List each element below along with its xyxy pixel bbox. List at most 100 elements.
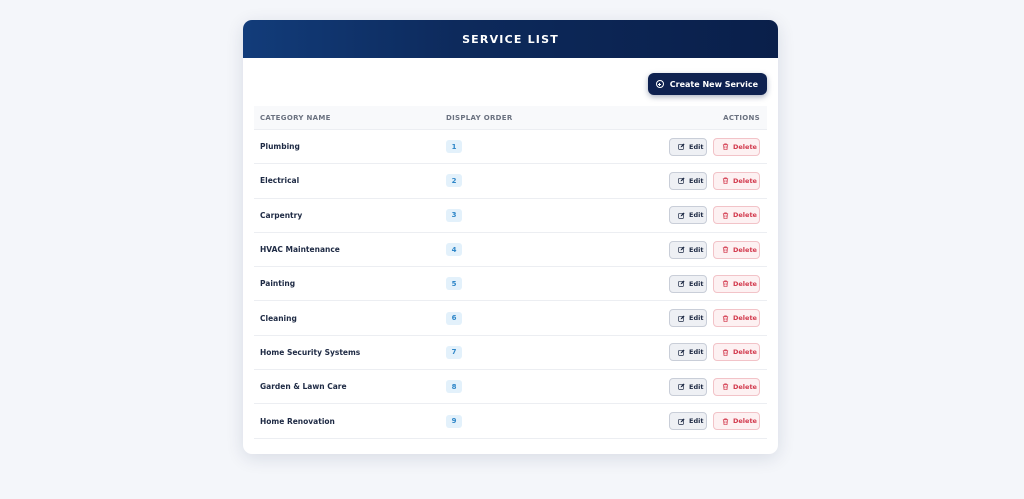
edit-button[interactable]: Edit bbox=[669, 171, 707, 190]
delete-label: Delete bbox=[733, 176, 757, 185]
category-name: Cleaning bbox=[260, 313, 297, 323]
category-name: Painting bbox=[260, 279, 296, 289]
display-order-badge: 7 bbox=[446, 345, 462, 359]
row-actions: Edit Delete bbox=[669, 206, 760, 225]
create-new-service-label: Create New Service bbox=[669, 79, 758, 89]
delete-label: Delete bbox=[733, 211, 757, 220]
delete-label: Delete bbox=[733, 314, 757, 323]
delete-button[interactable]: Delete bbox=[713, 377, 760, 396]
table-row: Garden & Lawn Care 8 Edit Delete bbox=[254, 370, 767, 405]
pencil-square-icon bbox=[678, 246, 685, 253]
category-name: HVAC Maintenance bbox=[260, 245, 340, 255]
category-name: Carpentry bbox=[260, 210, 303, 220]
display-order-badge: 2 bbox=[446, 174, 462, 188]
edit-label: Edit bbox=[689, 382, 704, 391]
row-actions: Edit Delete bbox=[669, 274, 760, 293]
trash-icon bbox=[722, 212, 729, 219]
pencil-square-icon bbox=[678, 417, 685, 425]
column-header-category-name: CATEGORY NAME bbox=[260, 113, 331, 122]
edit-label: Edit bbox=[689, 211, 704, 220]
trash-icon bbox=[722, 315, 729, 322]
pencil-square-icon bbox=[678, 280, 685, 288]
edit-label: Edit bbox=[689, 348, 704, 357]
delete-label: Delete bbox=[733, 245, 757, 254]
pencil-square-icon bbox=[678, 212, 685, 219]
column-header-actions: ACTIONS bbox=[723, 113, 760, 122]
delete-button[interactable]: Delete bbox=[713, 240, 760, 259]
delete-label: Delete bbox=[733, 142, 757, 151]
edit-label: Edit bbox=[689, 417, 704, 426]
service-list-card: SERVICE LIST Create New Service CATEGORY… bbox=[243, 20, 778, 454]
edit-label: Edit bbox=[689, 176, 704, 185]
pencil-square-icon bbox=[678, 315, 685, 322]
delete-button[interactable]: Delete bbox=[713, 274, 760, 293]
delete-button[interactable]: Delete bbox=[713, 412, 760, 431]
row-actions: Edit Delete bbox=[669, 309, 760, 328]
edit-button[interactable]: Edit bbox=[669, 412, 707, 431]
pencil-square-icon bbox=[678, 349, 685, 356]
card-header: SERVICE LIST bbox=[243, 20, 778, 58]
delete-button[interactable]: Delete bbox=[713, 309, 760, 328]
table-row: Painting 5 Edit Delete bbox=[254, 267, 767, 302]
table-row: Cleaning 6 Edit Delete bbox=[254, 301, 767, 336]
display-order-badge: 3 bbox=[446, 208, 462, 222]
display-order-badge: 8 bbox=[446, 380, 462, 394]
table-row: Home Security Systems 7 Edit Delete bbox=[254, 336, 767, 371]
category-name: Home Security Systems bbox=[260, 347, 361, 357]
edit-label: Edit bbox=[689, 142, 704, 151]
row-actions: Edit Delete bbox=[669, 412, 760, 431]
pencil-square-icon bbox=[678, 143, 685, 150]
display-order-badge: 6 bbox=[446, 311, 462, 325]
pencil-square-icon bbox=[678, 383, 685, 390]
delete-button[interactable]: Delete bbox=[713, 137, 760, 156]
trash-icon bbox=[722, 418, 729, 425]
category-name: Plumbing bbox=[260, 142, 300, 152]
table-row: HVAC Maintenance 4 Edit Delete bbox=[254, 233, 767, 268]
delete-button[interactable]: Delete bbox=[713, 343, 760, 362]
page-title: SERVICE LIST bbox=[462, 32, 559, 46]
trash-icon bbox=[722, 383, 729, 391]
table-row: Home Renovation 9 Edit Delete bbox=[254, 404, 767, 439]
display-order-badge: 9 bbox=[446, 414, 462, 428]
trash-icon bbox=[722, 349, 729, 356]
edit-button[interactable]: Edit bbox=[669, 274, 707, 293]
delete-label: Delete bbox=[733, 382, 757, 391]
delete-label: Delete bbox=[733, 279, 757, 288]
edit-button[interactable]: Edit bbox=[669, 309, 707, 328]
edit-label: Edit bbox=[689, 245, 704, 254]
category-name: Electrical bbox=[260, 176, 300, 186]
table-body: Plumbing 1 Edit Delete Electrical 2 Edit… bbox=[254, 130, 767, 439]
column-header-display-order: DISPLAY ORDER bbox=[446, 113, 513, 122]
edit-label: Edit bbox=[689, 279, 704, 288]
service-table: CATEGORY NAME DISPLAY ORDER ACTIONS Plum… bbox=[254, 106, 767, 439]
trash-icon bbox=[722, 246, 729, 253]
row-actions: Edit Delete bbox=[669, 171, 760, 190]
row-actions: Edit Delete bbox=[669, 240, 760, 259]
table-header: CATEGORY NAME DISPLAY ORDER ACTIONS bbox=[254, 106, 767, 130]
edit-button[interactable]: Edit bbox=[669, 343, 707, 362]
plus-circle-icon bbox=[655, 80, 664, 88]
delete-button[interactable]: Delete bbox=[713, 171, 760, 190]
delete-label: Delete bbox=[733, 348, 757, 357]
row-actions: Edit Delete bbox=[669, 137, 760, 156]
display-order-badge: 1 bbox=[446, 140, 462, 154]
category-name: Garden & Lawn Care bbox=[260, 382, 347, 392]
row-actions: Edit Delete bbox=[669, 343, 760, 362]
toolbar: Create New Service bbox=[243, 58, 778, 106]
edit-button[interactable]: Edit bbox=[669, 240, 707, 259]
create-new-service-button[interactable]: Create New Service bbox=[647, 73, 767, 95]
edit-button[interactable]: Edit bbox=[669, 137, 707, 156]
row-actions: Edit Delete bbox=[669, 377, 760, 396]
trash-icon bbox=[722, 280, 729, 288]
display-order-badge: 5 bbox=[446, 277, 462, 291]
display-order-badge: 4 bbox=[446, 243, 462, 257]
delete-label: Delete bbox=[733, 417, 757, 426]
category-name: Home Renovation bbox=[260, 416, 335, 426]
table-row: Electrical 2 Edit Delete bbox=[254, 164, 767, 199]
edit-button[interactable]: Edit bbox=[669, 206, 707, 225]
table-row: Plumbing 1 Edit Delete bbox=[254, 130, 767, 165]
edit-label: Edit bbox=[689, 314, 704, 323]
delete-button[interactable]: Delete bbox=[713, 206, 760, 225]
edit-button[interactable]: Edit bbox=[669, 377, 707, 396]
table-row: Carpentry 3 Edit Delete bbox=[254, 199, 767, 233]
